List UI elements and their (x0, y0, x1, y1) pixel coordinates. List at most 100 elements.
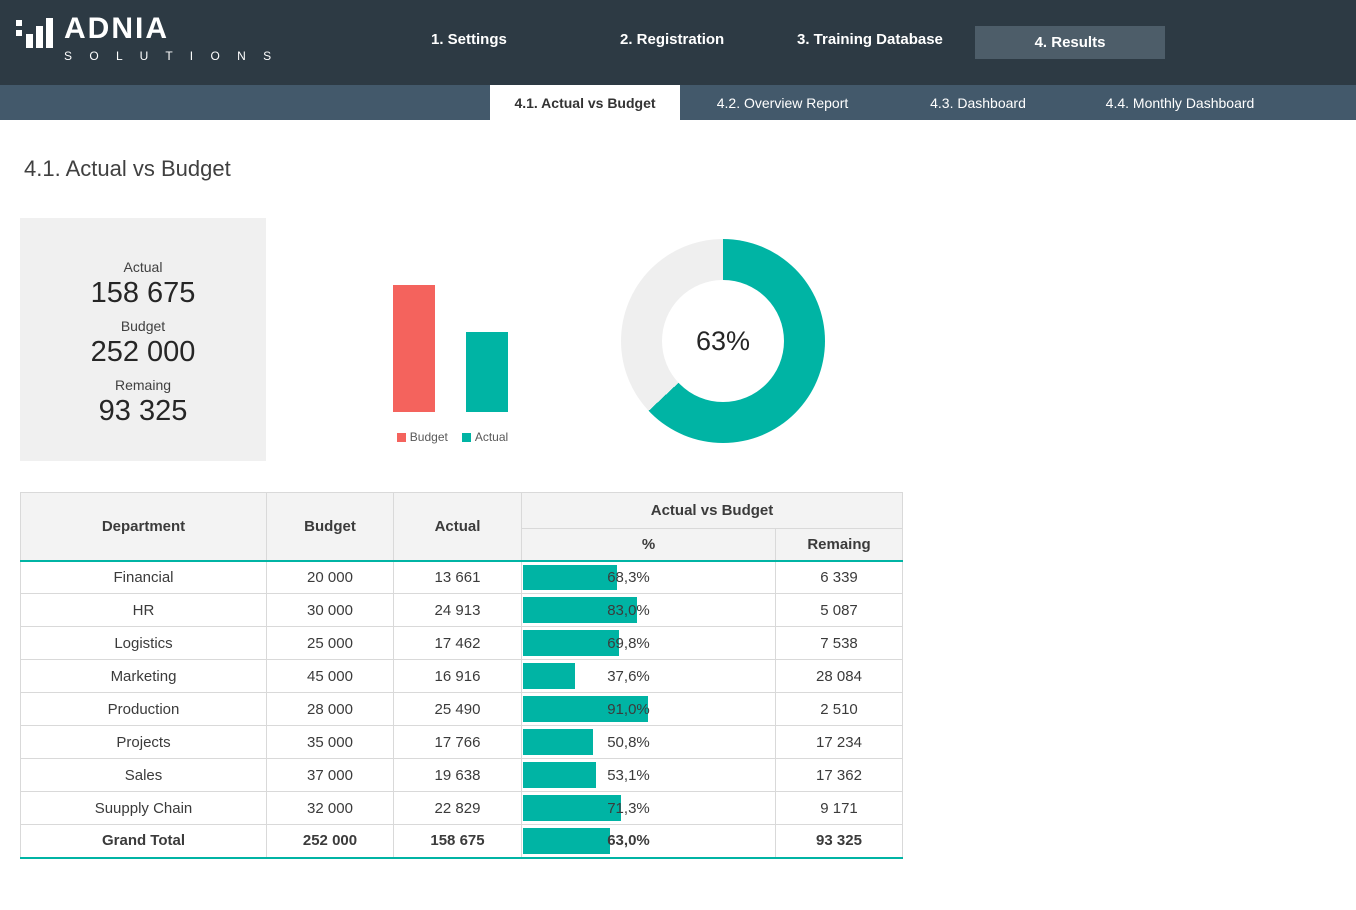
table-row: Suupply Chain 32 000 22 829 71,3% 9 171 (21, 792, 903, 825)
budget-bar (393, 285, 435, 412)
cell-percent: 71,3% (522, 792, 776, 825)
cell-remaining: 6 339 (776, 561, 903, 594)
cell-actual: 13 661 (394, 561, 522, 594)
cell-remaining: 5 087 (776, 594, 903, 627)
summary-budget-value: 252 000 (91, 336, 196, 369)
page-title: 4.1. Actual vs Budget (24, 156, 231, 182)
cell-percent: 69,8% (522, 627, 776, 660)
budget-actual-bar-chart (393, 285, 508, 412)
col-header-budget: Budget (267, 493, 394, 561)
col-header-percent: % (522, 529, 776, 561)
summary-budget-label: Budget (121, 318, 165, 334)
actual-bar (466, 332, 508, 412)
cell-actual: 24 913 (394, 594, 522, 627)
cell-actual: 22 829 (394, 792, 522, 825)
donut-chart: 63% (621, 239, 825, 443)
sub-navbar: 4.1. Actual vs Budget 4.2. Overview Repo… (0, 85, 1356, 120)
cell-budget: 32 000 (267, 792, 394, 825)
cell-remaining: 7 538 (776, 627, 903, 660)
nav-item-training-database[interactable]: 3. Training Database (797, 31, 943, 48)
nav-item-settings[interactable]: 1. Settings (431, 31, 507, 48)
summary-remaining-label: Remaing (115, 377, 171, 393)
col-header-remaining: Remaing (776, 529, 903, 561)
donut-hole: 63% (662, 280, 784, 402)
cell-actual: 17 766 (394, 726, 522, 759)
top-navbar: ADNIA S O L U T I O N S 1. Settings 2. R… (0, 0, 1356, 85)
table-row: Production 28 000 25 490 91,0% 2 510 (21, 693, 903, 726)
legend-item-budget: Budget (397, 430, 448, 444)
cell-department: Production (21, 693, 267, 726)
percent-databar (523, 828, 610, 854)
table-row: Marketing 45 000 16 916 37,6% 28 084 (21, 660, 903, 693)
table-row: Projects 35 000 17 766 50,8% 17 234 (21, 726, 903, 759)
cell-budget: 20 000 (267, 561, 394, 594)
cell-percent: 50,8% (522, 726, 776, 759)
cell-budget: 28 000 (267, 693, 394, 726)
percent-databar (523, 729, 593, 755)
cell-remaining: 17 234 (776, 726, 903, 759)
col-header-actual: Actual (394, 493, 522, 561)
col-header-group: Actual vs Budget (522, 493, 903, 529)
budget-legend-label: Budget (410, 430, 448, 444)
cell-department: Suupply Chain (21, 792, 267, 825)
summary-actual-value: 158 675 (91, 277, 196, 310)
budget-legend-swatch (397, 433, 406, 442)
cell-budget: 45 000 (267, 660, 394, 693)
cell-remaining: 28 084 (776, 660, 903, 693)
subtab-dashboard[interactable]: 4.3. Dashboard (918, 85, 1038, 120)
brand-name: ADNIA (64, 14, 278, 44)
bar-chart-logo-icon (14, 14, 54, 58)
brand-subtitle: S O L U T I O N S (64, 49, 278, 63)
cell-actual: 25 490 (394, 693, 522, 726)
cell-percent: 37,6% (522, 660, 776, 693)
cell-actual: 17 462 (394, 627, 522, 660)
cell-budget: 35 000 (267, 726, 394, 759)
cell-department: Financial (21, 561, 267, 594)
nav-item-results[interactable]: 4. Results (975, 26, 1165, 59)
table-row: Sales 37 000 19 638 53,1% 17 362 (21, 759, 903, 792)
cell-department: Marketing (21, 660, 267, 693)
cell-department: Projects (21, 726, 267, 759)
percent-databar (523, 663, 575, 689)
cell-actual-total: 158 675 (394, 825, 522, 858)
actual-legend-swatch (462, 433, 471, 442)
cell-department-total: Grand Total (21, 825, 267, 858)
cell-percent-total: 63,0% (522, 825, 776, 858)
cell-actual: 16 916 (394, 660, 522, 693)
cell-remaining: 2 510 (776, 693, 903, 726)
cell-budget: 25 000 (267, 627, 394, 660)
bar-chart-legend: Budget Actual (385, 430, 520, 444)
actual-legend-label: Actual (475, 430, 508, 444)
cell-budget-total: 252 000 (267, 825, 394, 858)
actual-vs-budget-table: Department Budget Actual Actual vs Budge… (20, 492, 903, 859)
cell-budget: 37 000 (267, 759, 394, 792)
cell-percent: 83,0% (522, 594, 776, 627)
table-row: Logistics 25 000 17 462 69,8% 7 538 (21, 627, 903, 660)
percent-databar (523, 762, 596, 788)
percent-databar (523, 565, 617, 591)
donut-percentage-label: 63% (696, 326, 750, 357)
cell-remaining-total: 93 325 (776, 825, 903, 858)
subtab-overview-report[interactable]: 4.2. Overview Report (700, 85, 865, 120)
nav-item-registration[interactable]: 2. Registration (620, 31, 724, 48)
cell-percent: 53,1% (522, 759, 776, 792)
cell-department: Sales (21, 759, 267, 792)
brand-logo: ADNIA S O L U T I O N S (14, 14, 278, 63)
grand-total-row: Grand Total 252 000 158 675 63,0% 93 325 (21, 825, 903, 858)
cell-percent: 68,3% (522, 561, 776, 594)
cell-remaining: 9 171 (776, 792, 903, 825)
table-row: Financial 20 000 13 661 68,3% 6 339 (21, 561, 903, 594)
page: ADNIA S O L U T I O N S 1. Settings 2. R… (0, 0, 1356, 910)
summary-card: Actual 158 675 Budget 252 000 Remaing 93… (20, 218, 266, 461)
cell-actual: 19 638 (394, 759, 522, 792)
subtab-actual-vs-budget[interactable]: 4.1. Actual vs Budget (490, 85, 680, 120)
col-header-department: Department (21, 493, 267, 561)
legend-item-actual: Actual (462, 430, 508, 444)
percent-databar (523, 630, 619, 656)
cell-percent: 91,0% (522, 693, 776, 726)
cell-department: HR (21, 594, 267, 627)
table-row: HR 30 000 24 913 83,0% 5 087 (21, 594, 903, 627)
summary-remaining-value: 93 325 (99, 395, 188, 428)
subtab-monthly-dashboard[interactable]: 4.4. Monthly Dashboard (1090, 85, 1270, 120)
cell-department: Logistics (21, 627, 267, 660)
